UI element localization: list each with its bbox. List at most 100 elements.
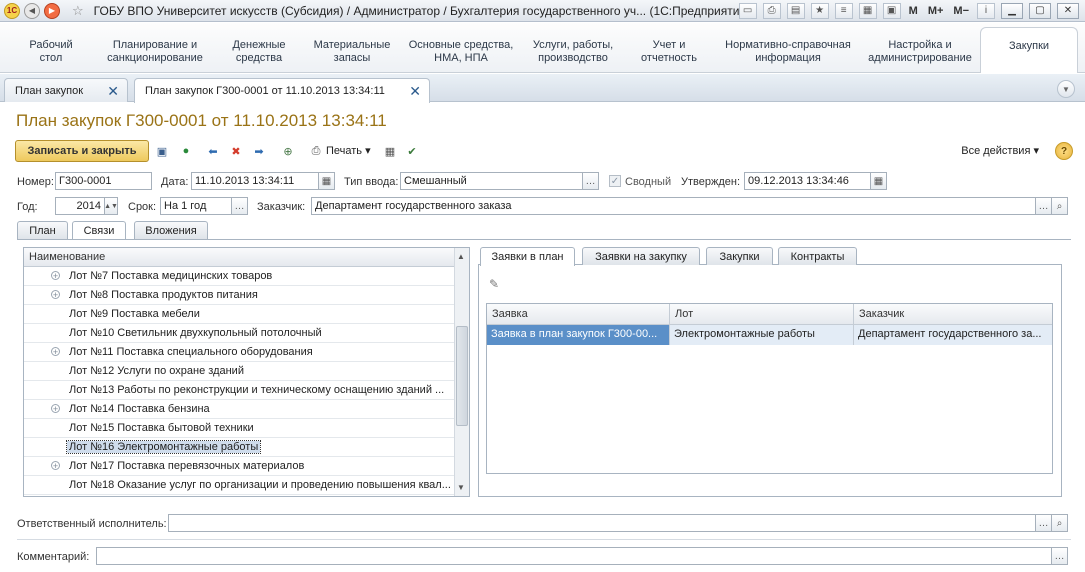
requests-grid[interactable]: Заявка Лот Заказчик Заявка в план закупо… — [486, 303, 1053, 474]
close-tab-icon[interactable]: ✕ — [409, 83, 421, 100]
expand-icon[interactable]: + — [51, 347, 60, 356]
save-icon[interactable]: ▣ — [154, 143, 170, 159]
section-services[interactable]: Услуги, работы, производство — [525, 39, 621, 65]
number-field[interactable]: Г300-0001 — [55, 172, 152, 190]
printer-icon[interactable]: ⎙ — [308, 143, 324, 159]
tab-plan-requests[interactable]: Заявки в план — [480, 247, 575, 266]
tab-contracts[interactable]: Контракты — [778, 247, 857, 265]
arrow-right-icon[interactable]: ➡ — [251, 143, 267, 159]
section-materials[interactable]: Материальные запасы — [308, 39, 396, 65]
date-field[interactable]: 11.10.2013 13:34:11 — [191, 172, 319, 190]
scroll-up-icon[interactable]: ▲ — [457, 252, 465, 261]
tree-row[interactable]: Лот №10 Светильник двухкупольный потолоч… — [24, 324, 469, 343]
calendar-picker-icon[interactable]: ▦ — [871, 172, 887, 190]
calendar-icon[interactable]: ▣ — [882, 2, 901, 19]
expand-icon[interactable]: + — [51, 404, 60, 413]
approved-field[interactable]: 09.12.2013 13:34:46 — [744, 172, 871, 190]
tree-row[interactable]: Лот №13 Работы по реконструкции и технич… — [24, 381, 469, 400]
favorites-star-icon[interactable]: ☆ — [72, 3, 84, 19]
grid-header-request[interactable]: Заявка — [487, 304, 670, 325]
back-icon[interactable]: ◀ — [24, 2, 40, 19]
document-check-icon[interactable]: ✔ — [404, 143, 420, 159]
responsible-field[interactable] — [168, 514, 1036, 532]
tab-purchases[interactable]: Закупки — [706, 247, 773, 265]
save-file-icon[interactable]: ▭ — [738, 2, 757, 19]
create-based-icon[interactable]: ⊕ — [280, 143, 296, 159]
search-icon[interactable]: ⌕ — [1052, 197, 1068, 215]
calendar-picker-icon[interactable]: ▦ — [319, 172, 335, 190]
year-field[interactable]: 2014 — [55, 197, 105, 215]
grid-cell-customer[interactable]: Департамент государственного за... — [854, 325, 1052, 345]
all-actions-menu[interactable]: Все действия ▾ — [961, 144, 1039, 157]
grid-cell-lot[interactable]: Электромонтажные работы — [670, 325, 854, 345]
tabs-menu-icon[interactable]: ▼ — [1057, 80, 1075, 98]
summary-checkbox[interactable]: ✓ — [609, 175, 621, 187]
history-icon[interactable]: ≡ — [834, 2, 853, 19]
section-fixed-assets[interactable]: Основные средства, НМА, НПА — [404, 39, 518, 65]
info-icon[interactable]: i — [977, 2, 995, 19]
grid-header-lot[interactable]: Лот — [670, 304, 854, 325]
expand-icon[interactable]: + — [51, 290, 60, 299]
select-ellipsis-icon[interactable]: … — [1052, 547, 1068, 565]
section-desktop[interactable]: Рабочий стол — [26, 39, 76, 65]
post-icon[interactable]: ● — [178, 143, 194, 159]
grid-header-customer[interactable]: Заказчик — [854, 304, 1052, 325]
tree-row[interactable]: Лот №12 Услуги по охране зданий — [24, 362, 469, 381]
tab-plan[interactable]: План — [17, 221, 68, 239]
tree-row[interactable]: Лот №9 Поставка мебели — [24, 305, 469, 324]
save-and-close-button[interactable]: Записать и закрыть — [15, 140, 149, 162]
arrow-left-icon[interactable]: ⬅ — [205, 143, 221, 159]
delete-icon[interactable]: ✖ — [228, 143, 244, 159]
memory-m-button[interactable]: M — [907, 5, 920, 17]
section-purchases[interactable]: Закупки — [980, 27, 1078, 73]
expand-icon[interactable]: + — [51, 271, 60, 280]
select-ellipsis-icon[interactable]: … — [1036, 514, 1052, 532]
app-logo-icon[interactable]: 1С — [4, 2, 20, 19]
tab-attachments[interactable]: Вложения — [134, 221, 208, 239]
comment-field[interactable] — [96, 547, 1052, 565]
maximize-icon[interactable]: ▢ — [1029, 2, 1051, 19]
tab-plan-list[interactable]: План закупок ✕ — [4, 78, 128, 102]
select-ellipsis-icon[interactable]: … — [583, 172, 599, 190]
tree-row[interactable]: + Лот №14 Поставка бензина — [24, 400, 469, 419]
term-field[interactable]: На 1 год — [160, 197, 232, 215]
section-settings[interactable]: Настройка и администрирование — [864, 39, 976, 65]
edit-pencil-icon[interactable]: ✎ — [489, 277, 505, 293]
tree-row[interactable]: + Лот №8 Поставка продуктов питания — [24, 286, 469, 305]
tree-row[interactable]: Лот №16 Электромонтажные работы — [24, 438, 469, 457]
section-reference[interactable]: Нормативно-справочная информация — [720, 39, 856, 65]
memory-mminus-button[interactable]: M− — [951, 5, 971, 17]
print-icon[interactable]: ⎙ — [762, 2, 781, 19]
tab-purchase-requests[interactable]: Заявки на закупку — [582, 247, 700, 265]
close-window-icon[interactable]: ✕ — [1057, 2, 1079, 19]
tab-links[interactable]: Связи — [72, 221, 126, 240]
help-button[interactable]: ? — [1055, 142, 1073, 160]
close-tab-icon[interactable]: ✕ — [107, 83, 119, 100]
scroll-down-icon[interactable]: ▼ — [457, 483, 465, 492]
lots-tree[interactable]: Наименование + Лот №7 Поставка медицински… — [23, 247, 470, 497]
tree-row[interactable]: + Лот №17 Поставка перевязочных материало… — [24, 457, 469, 476]
report-icon[interactable]: ▦ — [382, 143, 398, 159]
section-planning[interactable]: Планирование и санкционирование — [103, 39, 207, 65]
section-money[interactable]: Денежные средства — [226, 39, 292, 65]
tree-header-name[interactable]: Наименование — [24, 248, 469, 267]
print-menu-button[interactable]: Печать ▾ — [326, 144, 371, 157]
forward-icon[interactable]: ▶ — [44, 2, 60, 19]
select-ellipsis-icon[interactable]: … — [232, 197, 248, 215]
tree-row[interactable]: Лот №15 Поставка бытовой техники — [24, 419, 469, 438]
select-ellipsis-icon[interactable]: … — [1036, 197, 1052, 215]
expand-icon[interactable]: + — [51, 461, 60, 470]
year-spinner-icon[interactable]: ▲▼ — [104, 197, 118, 215]
section-accounting[interactable]: Учет и отчетность — [636, 39, 702, 65]
customer-field[interactable]: Департамент государственного заказа — [311, 197, 1036, 215]
tree-row[interactable]: + Лот №11 Поставка специального оборудова… — [24, 343, 469, 362]
calculator-icon[interactable]: ▦ — [858, 2, 877, 19]
grid-cell-request[interactable]: Заявка в план закупок Г300-00... — [487, 325, 670, 345]
tree-row[interactable]: + Лот №7 Поставка медицинских товаров — [24, 267, 469, 286]
scroll-thumb[interactable] — [456, 326, 468, 426]
tree-scrollbar[interactable]: ▲ ▼ — [454, 248, 469, 496]
tab-plan-document[interactable]: План закупок Г300-0001 от 11.10.2013 13:… — [134, 78, 430, 103]
search-icon[interactable]: ⌕ — [1052, 514, 1068, 532]
add-favorite-icon[interactable]: ★ — [810, 2, 829, 19]
preview-icon[interactable]: ▤ — [786, 2, 805, 19]
